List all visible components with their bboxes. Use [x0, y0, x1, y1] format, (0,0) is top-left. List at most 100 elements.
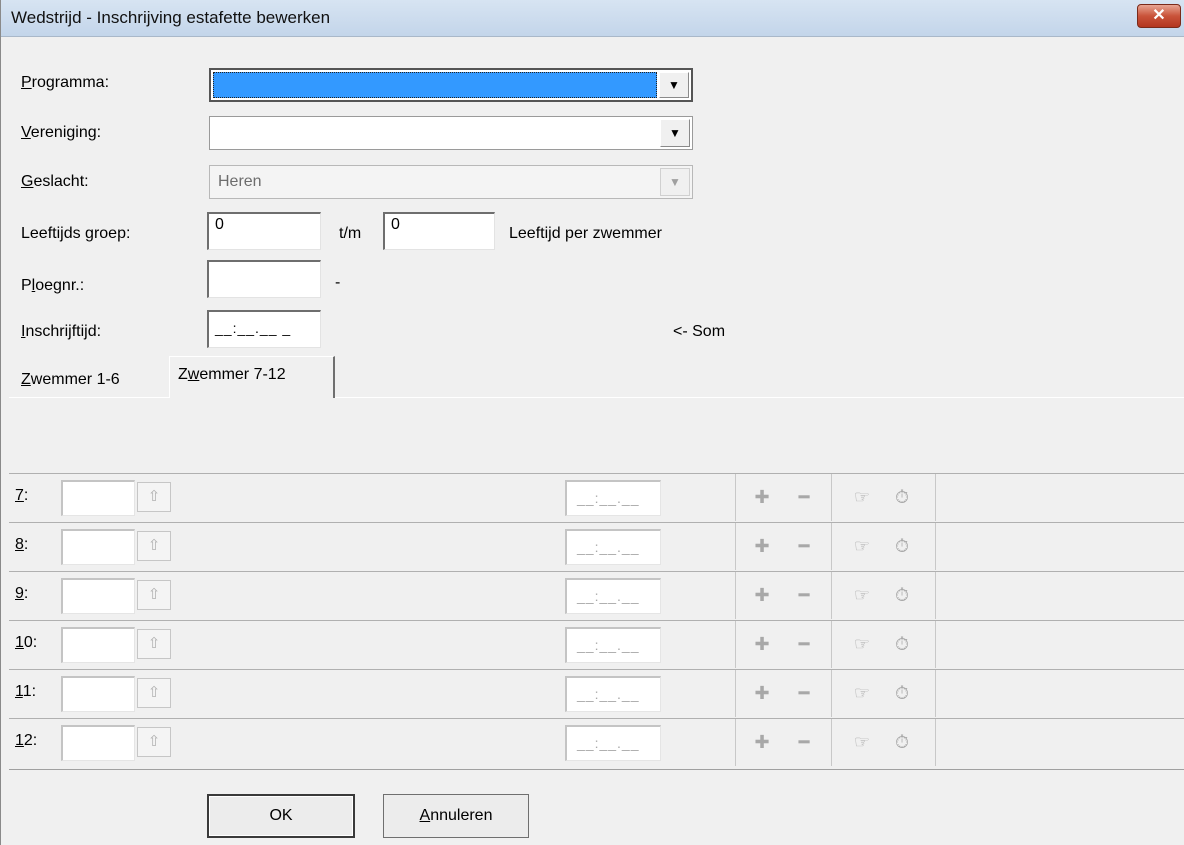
swimmer-number: 11:	[15, 683, 37, 700]
swimmer-time-input[interactable]: __:__.__	[565, 627, 661, 663]
ok-button[interactable]: OK	[207, 794, 355, 838]
tab-edge	[335, 397, 1184, 398]
divider	[735, 670, 736, 717]
plus-icon[interactable]: ✚	[749, 584, 775, 608]
up-arrow-button[interactable]: ⇧	[137, 482, 171, 512]
swimmer-input[interactable]	[61, 676, 135, 712]
hand-pointer-icon[interactable]: ☞	[849, 633, 875, 657]
leeftijd-from-input[interactable]: 0	[207, 212, 321, 250]
divider	[831, 572, 832, 619]
geslacht-dropdown[interactable]: Heren ▼	[209, 165, 693, 199]
swimmer-row: 7: ⇧ __:__.__ ✚ ━ ☞ ⏱	[9, 473, 1184, 521]
stopwatch-icon[interactable]: ⏱	[889, 633, 915, 657]
swimmer-input[interactable]	[61, 578, 135, 614]
tab-zwemmer-1-6[interactable]: Zwemmer 1-6	[13, 362, 169, 398]
annuleren-button[interactable]: Annuleren	[383, 794, 529, 838]
swimmer-time-input[interactable]: __:__.__	[565, 578, 661, 614]
swimmer-row: 10: ⇧ __:__.__ ✚ ━ ☞ ⏱	[9, 620, 1184, 668]
divider	[735, 719, 736, 766]
leeftijd-per-zwemmer-label: Leeftijd per zwemmer	[509, 225, 662, 242]
leeftijd-to-input[interactable]: 0	[383, 212, 495, 250]
up-arrow-button[interactable]: ⇧	[137, 727, 171, 757]
stopwatch-icon[interactable]: ⏱	[889, 584, 915, 608]
plus-icon[interactable]: ✚	[749, 682, 775, 706]
divider	[935, 523, 936, 570]
up-arrow-icon: ⇧	[147, 733, 161, 750]
minus-icon[interactable]: ━	[791, 633, 817, 657]
window-title: Wedstrijd - Inschrijving estafette bewer…	[11, 8, 331, 27]
up-arrow-icon: ⇧	[147, 684, 161, 701]
swimmer-number: 7:	[15, 487, 29, 504]
swimmer-number: 12:	[15, 732, 38, 749]
vereniging-dropdown[interactable]: ▼	[209, 116, 693, 150]
dialog-window: Wedstrijd - Inschrijving estafette bewer…	[0, 0, 1184, 845]
stopwatch-icon[interactable]: ⏱	[889, 535, 915, 559]
swimmer-row: 9: ⇧ __:__.__ ✚ ━ ☞ ⏱	[9, 571, 1184, 619]
swimmer-time-input[interactable]: __:__.__	[565, 480, 661, 516]
plus-icon[interactable]: ✚	[749, 486, 775, 510]
plus-icon[interactable]: ✚	[749, 731, 775, 755]
chevron-down-icon[interactable]: ▼	[660, 168, 690, 196]
inschrijftijd-label: Inschrijftijd:	[21, 323, 102, 340]
up-arrow-button[interactable]: ⇧	[137, 678, 171, 708]
programma-dropdown[interactable]: ▼	[209, 68, 693, 102]
divider	[735, 474, 736, 521]
swimmer-input[interactable]	[61, 529, 135, 565]
close-button[interactable]: ✕	[1137, 4, 1181, 28]
stopwatch-icon[interactable]: ⏱	[889, 731, 915, 755]
divider	[831, 523, 832, 570]
swimmer-input[interactable]	[61, 725, 135, 761]
title-bar: Wedstrijd - Inschrijving estafette bewer…	[1, 0, 1184, 37]
divider	[831, 670, 832, 717]
divider	[935, 572, 936, 619]
hand-pointer-icon[interactable]: ☞	[849, 584, 875, 608]
divider	[735, 621, 736, 668]
divider	[735, 572, 736, 619]
rows-bottom-divider	[9, 769, 1184, 770]
swimmer-time-input[interactable]: __:__.__	[565, 676, 661, 712]
up-arrow-icon: ⇧	[147, 488, 161, 505]
chevron-down-icon[interactable]: ▼	[660, 119, 690, 147]
ploegnr-label: Ploegnr.:	[21, 277, 85, 294]
up-arrow-icon: ⇧	[147, 586, 161, 603]
tab-zwemmer-7-12[interactable]: Zwemmer 7-12	[169, 356, 335, 398]
divider	[735, 523, 736, 570]
stopwatch-icon[interactable]: ⏱	[889, 486, 915, 510]
ploegnr-suffix: -	[335, 274, 341, 291]
divider	[831, 474, 832, 521]
minus-icon[interactable]: ━	[791, 731, 817, 755]
plus-icon[interactable]: ✚	[749, 633, 775, 657]
minus-icon[interactable]: ━	[791, 486, 817, 510]
hand-pointer-icon[interactable]: ☞	[849, 731, 875, 755]
swimmer-number: 9:	[15, 585, 29, 602]
inschrijftijd-input[interactable]: __:__.__ _	[207, 310, 321, 348]
minus-icon[interactable]: ━	[791, 584, 817, 608]
chevron-down-icon[interactable]: ▼	[659, 72, 689, 98]
up-arrow-button[interactable]: ⇧	[137, 531, 171, 561]
up-arrow-button[interactable]: ⇧	[137, 629, 171, 659]
leeftijds-groep-label: Leeftijds groep:	[21, 225, 131, 242]
swimmer-input[interactable]	[61, 480, 135, 516]
minus-icon[interactable]: ━	[791, 535, 817, 559]
divider	[831, 621, 832, 668]
vereniging-value	[212, 119, 658, 147]
som-label: <- Som	[673, 323, 726, 340]
plus-icon[interactable]: ✚	[749, 535, 775, 559]
swimmer-time-input[interactable]: __:__.__	[565, 725, 661, 761]
vereniging-label: Vereniging:	[21, 124, 102, 141]
divider	[935, 670, 936, 717]
hand-pointer-icon[interactable]: ☞	[849, 682, 875, 706]
minus-icon[interactable]: ━	[791, 682, 817, 706]
swimmer-row: 8: ⇧ __:__.__ ✚ ━ ☞ ⏱	[9, 522, 1184, 570]
swimmer-number: 10:	[15, 634, 38, 651]
hand-pointer-icon[interactable]: ☞	[849, 535, 875, 559]
hand-pointer-icon[interactable]: ☞	[849, 486, 875, 510]
swimmer-row: 12: ⇧ __:__.__ ✚ ━ ☞ ⏱	[9, 718, 1184, 766]
swimmer-input[interactable]	[61, 627, 135, 663]
up-arrow-icon: ⇧	[147, 537, 161, 554]
divider	[935, 621, 936, 668]
up-arrow-button[interactable]: ⇧	[137, 580, 171, 610]
swimmer-time-input[interactable]: __:__.__	[565, 529, 661, 565]
stopwatch-icon[interactable]: ⏱	[889, 682, 915, 706]
ploegnr-input[interactable]	[207, 260, 321, 298]
